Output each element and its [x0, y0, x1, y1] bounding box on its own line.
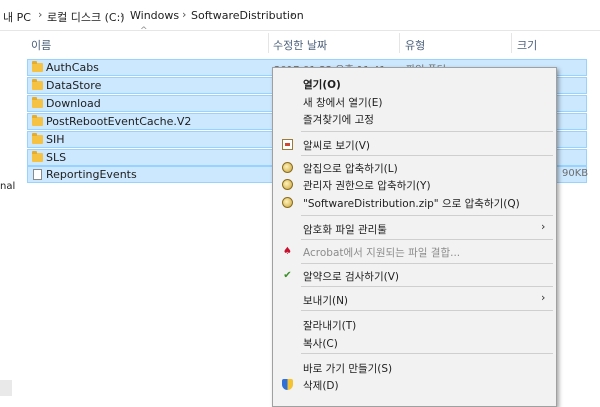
folder-icon	[32, 115, 43, 126]
navigation-pane-partial-label[interactable]: nal	[0, 181, 15, 192]
acrobat-icon: ♠	[283, 246, 292, 257]
menu-item-send-to[interactable]: 보내기(N)	[303, 293, 348, 308]
row-name: DataStore	[46, 79, 102, 92]
menu-item-alzip-view[interactable]: 알씨로 보기(V)	[303, 138, 370, 153]
menu-item-create-shortcut[interactable]: 바로 가기 만들기(S)	[303, 361, 392, 376]
column-header-type[interactable]: 유형	[405, 37, 425, 53]
breadcrumb-windows[interactable]: Windows	[130, 9, 179, 22]
menu-separator	[301, 286, 553, 287]
submenu-arrow-icon: ›	[541, 291, 546, 304]
sort-up-icon: ^	[140, 26, 148, 36]
menu-item-cut[interactable]: 잘라내기(T)	[303, 318, 356, 333]
menu-item-encrypted-files[interactable]: 암호화 파일 관리툴	[303, 222, 387, 237]
menu-item-compress-alzip[interactable]: 알집으로 압축하기(L)	[303, 161, 398, 176]
breadcrumb-chevron-icon[interactable]: ›	[182, 8, 186, 21]
menu-separator	[301, 263, 553, 264]
navigation-pane-scrollbar[interactable]	[0, 380, 12, 396]
context-menu: 열기(O) 새 창에서 열기(E) 즐겨찾기에 고정 알씨로 보기(V) 알집으…	[272, 67, 557, 407]
folder-icon	[32, 61, 43, 72]
breadcrumb-chevron-icon[interactable]: ›	[38, 8, 42, 21]
row-name: Download	[46, 97, 101, 110]
menu-separator	[301, 155, 553, 156]
file-icon	[33, 169, 42, 180]
menu-item-compress-admin[interactable]: 관리자 권한으로 압축하기(Y)	[303, 178, 431, 193]
row-name: SLS	[46, 151, 67, 164]
menu-separator	[301, 310, 553, 311]
column-divider[interactable]	[511, 33, 512, 53]
shield-icon	[282, 379, 293, 390]
menu-item-open[interactable]: 열기(O)	[303, 77, 341, 92]
address-bar[interactable]: 내 PC › 로컬 디스크 (C:) › Windows › SoftwareD…	[0, 0, 600, 31]
column-header-modified[interactable]: 수정한 날짜	[273, 37, 327, 53]
folder-icon	[32, 151, 43, 162]
menu-item-copy[interactable]: 복사(C)	[303, 336, 338, 351]
column-header-name[interactable]: 이름	[31, 37, 51, 53]
menu-separator	[301, 215, 553, 216]
breadcrumb-this-pc[interactable]: 내 PC	[3, 9, 31, 25]
column-divider[interactable]	[399, 33, 400, 53]
row-name: ReportingEvents	[46, 168, 137, 181]
menu-separator	[301, 353, 553, 354]
folder-icon	[32, 97, 43, 108]
folder-icon	[32, 79, 43, 90]
row-name: PostRebootEventCache.V2	[46, 115, 192, 128]
menu-item-scan-alyac[interactable]: 알약으로 검사하기(V)	[303, 269, 399, 284]
antivirus-icon: ✔	[283, 270, 292, 281]
menu-separator	[301, 131, 553, 132]
folder-icon	[32, 133, 43, 144]
row-size: 90KB	[562, 168, 589, 179]
row-name: SIH	[46, 133, 65, 146]
menu-item-compress-zip[interactable]: "SoftwareDistribution.zip" 으로 압축하기(Q)	[303, 196, 520, 211]
archive-icon	[282, 162, 293, 173]
breadcrumb-software-distribution[interactable]: SoftwareDistribution	[191, 9, 304, 22]
navigation-pane	[0, 31, 12, 396]
archive-admin-icon	[282, 179, 293, 190]
menu-item-acrobat-combine: Acrobat에서 지원되는 파일 결합...	[303, 247, 461, 259]
breadcrumb-chevron-icon[interactable]: ›	[120, 8, 124, 21]
menu-item-pin-quick-access[interactable]: 즐겨찾기에 고정	[303, 112, 374, 127]
menu-item-delete[interactable]: 삭제(D)	[303, 378, 339, 393]
breadcrumb-local-disk[interactable]: 로컬 디스크 (C:)	[47, 9, 125, 25]
archive-zip-icon	[282, 197, 293, 208]
image-viewer-icon	[282, 139, 293, 150]
breadcrumb-chevron-icon[interactable]: ›	[290, 8, 294, 21]
menu-item-open-new-window[interactable]: 새 창에서 열기(E)	[303, 95, 382, 110]
column-header-size[interactable]: 크기	[517, 37, 537, 53]
menu-separator	[301, 239, 553, 240]
submenu-arrow-icon: ›	[541, 220, 546, 233]
row-name: AuthCabs	[46, 61, 99, 74]
column-divider[interactable]	[268, 33, 269, 53]
